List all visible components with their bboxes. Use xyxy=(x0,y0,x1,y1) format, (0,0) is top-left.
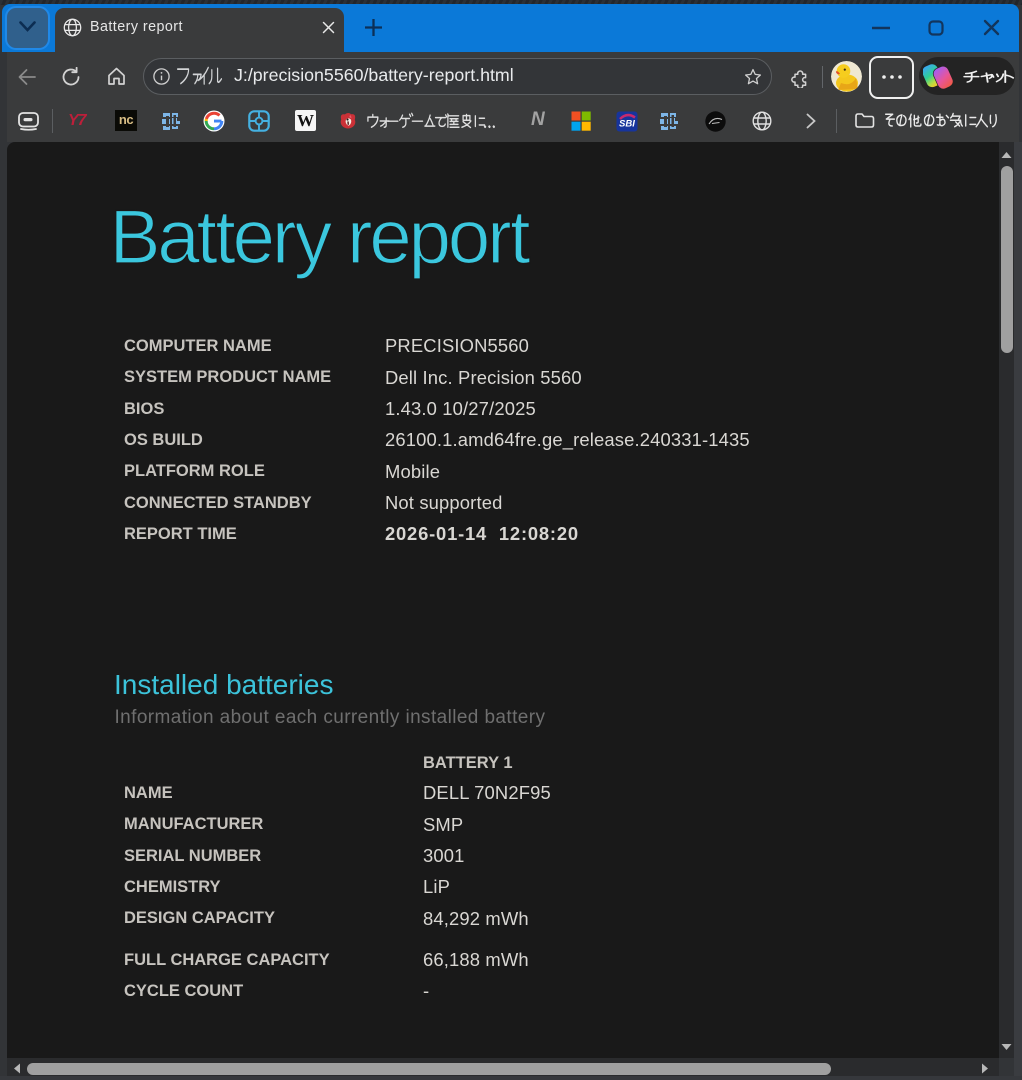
svg-text:SBI: SBI xyxy=(619,119,635,130)
